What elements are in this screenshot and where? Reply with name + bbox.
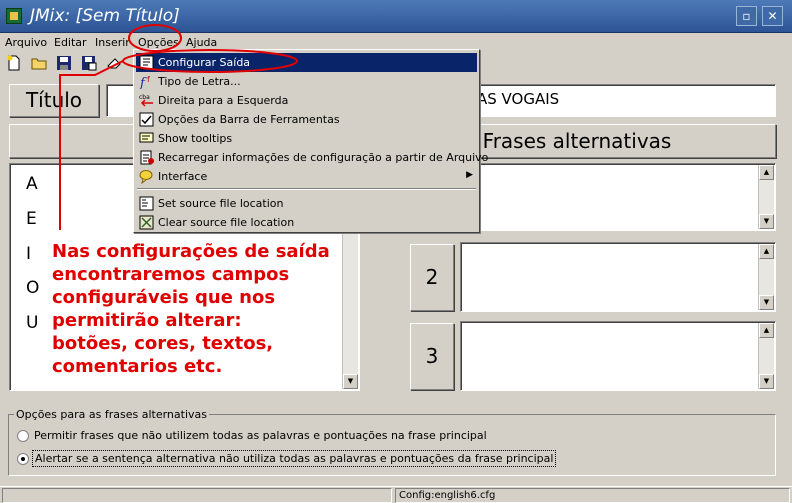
annotation-circle-item xyxy=(122,49,298,73)
annotation-arrow-line xyxy=(59,60,124,230)
annotation-circle-menu xyxy=(128,24,182,52)
annotation-overlay xyxy=(59,24,298,230)
